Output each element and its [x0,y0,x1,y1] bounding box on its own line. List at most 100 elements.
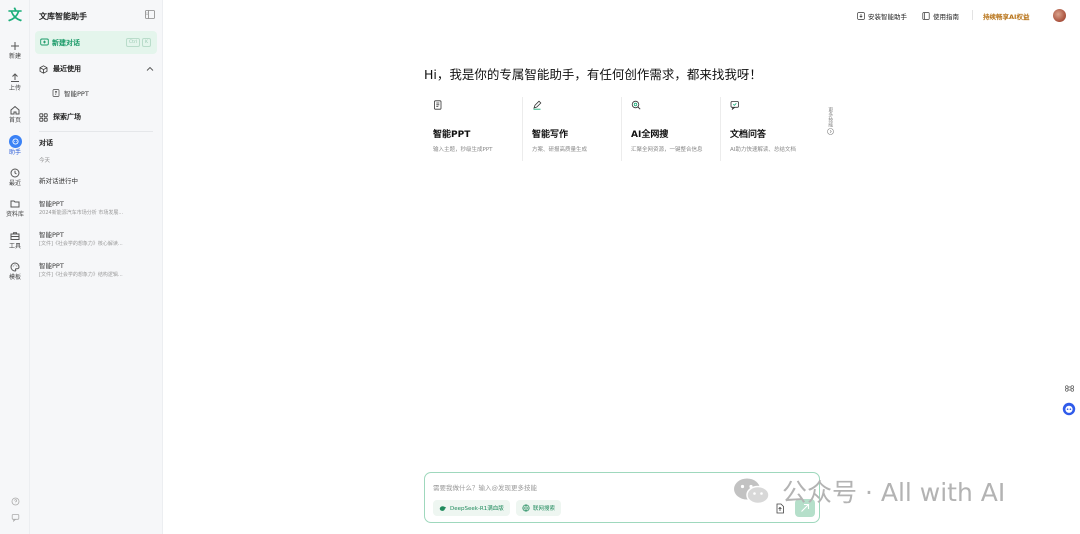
chevron-right-icon [826,128,834,135]
rail-item-label: 上传 [8,85,21,92]
recent-item-label: 智能PPT [64,90,89,98]
rail-item-upload[interactable]: 上传 [0,72,30,93]
new-chat-icon [40,38,49,46]
help-icon [11,497,19,506]
recent-item-ppt[interactable]: 智能PPT [52,88,89,98]
rail-item-assistant[interactable]: 助手 [0,135,30,157]
conversation-in-progress[interactable]: 新对话进行中 [39,175,78,185]
conversation-preview: [文件]《社会学的想象力》结构逻辑... [39,272,123,278]
grid-icon [39,112,48,122]
rail-item-label: 助手 [8,149,21,156]
conversation-title: 智能PPT [39,200,64,208]
skill-card-desc: AI助力快速解读、总结文档 [730,147,796,153]
home-icon [10,105,20,115]
watermark-text: 公众号 · All with AI [782,478,1006,507]
rail-item-label: 最近 [8,180,21,187]
sidebar-divider [39,131,153,132]
skill-card-writing[interactable]: 智能写作 方案、研报高质量生成 [523,97,622,161]
plus-icon [11,42,19,50]
avatar[interactable] [1053,9,1066,22]
greeting-heading: Hi，我是你的专属智能助手，有任何创作需求，都来找我呀！ [424,67,762,82]
user-guide-link[interactable]: 使用指南 [922,11,959,21]
deepseek-toggle[interactable]: DeepSeek-R1满血版 [433,500,510,516]
book-icon [922,12,930,20]
float-shortcut-button[interactable] [1061,380,1077,396]
skill-card-ppt[interactable]: 智能PPT 输入主题，秒级生成PPT [424,97,523,161]
rail-item-home[interactable]: 首页 [0,104,30,125]
conversation-preview: 2024新能源汽车市场分析 市场发展... [39,210,124,216]
skill-card-title: AI全网搜 [631,130,669,140]
wechat-logo [734,478,770,505]
rail-feedback[interactable] [0,513,30,524]
new-chat-button[interactable]: 新建对话 Ctrl K [35,31,157,54]
rail-item-tools[interactable]: 工具 [0,230,30,251]
app-logo[interactable]: 文 [5,7,25,25]
folder-icon [10,200,20,208]
rail-item-templates[interactable]: 模板 [0,261,30,282]
palette-icon [10,262,20,272]
web-search-label: 联网搜索 [533,506,556,512]
install-assistant-link[interactable]: 安装智能助手 [857,11,907,21]
rail-item-label: 首页 [8,117,21,124]
rail-item-library[interactable]: 资料库 [0,198,30,219]
explore-label: 探索广场 [53,113,81,121]
more-skills-button[interactable]: 更多技能 [826,107,834,138]
ppt-icon [434,100,442,110]
web-search-toggle[interactable]: 联网搜索 [516,500,562,516]
conversation-preview: [文件]《社会学的想象力》核心解读... [39,241,123,247]
chat-input-placeholder[interactable]: 需要我做什么？输入@发现更多技能 [433,482,537,492]
robot-icon [1062,402,1076,416]
watermark: 公众号 · All with AI [730,475,1005,507]
sidebar-title: 文库智能助手 [39,12,87,21]
rail-item-label: 新建 [8,53,21,60]
clock-icon [10,168,20,178]
vip-benefits-link[interactable]: 持续畅享AI权益 [983,11,1029,21]
sidebar: 文库智能助手 新建对话 Ctrl K 最近使用 智能PPT 探索广场 对话 今天… [30,0,163,534]
rail-item-new[interactable]: 新建 [0,40,30,61]
collapse-sidebar-icon[interactable] [145,10,155,19]
skill-card-title: 文档问答 [730,130,767,140]
recent-section-label: 最近使用 [53,65,81,73]
conversation-title: 智能PPT [39,231,64,239]
rail-item-label: 工具 [8,243,21,250]
feedback-icon [11,514,19,523]
topbar-divider [972,10,973,20]
rail-item-recent[interactable]: 最近 [0,167,30,188]
download-icon [857,12,865,20]
rail-item-label: 资料库 [5,211,24,218]
whale-icon [439,506,447,511]
skill-card-title: 智能PPT [433,130,471,140]
conversations-header: 对话 [39,139,53,147]
more-skills-label: 更多技能 [827,107,834,127]
skill-card-title: 智能写作 [532,130,569,140]
deepseek-label: DeepSeek-R1满血版 [450,506,504,512]
install-assistant-label: 安装智能助手 [868,13,907,21]
cube-icon [39,64,48,74]
shortcut-key: Ctrl [126,38,141,47]
command-icon [1064,384,1074,392]
recent-section-header[interactable]: 最近使用 [39,64,81,74]
skill-card-search[interactable]: AI全网搜 汇聚全网资源，一键整合信息 [622,97,721,161]
skill-card-desc: 方案、研报高质量生成 [532,147,588,153]
rail-help[interactable] [0,497,30,508]
chat-icon [730,101,739,110]
user-guide-label: 使用指南 [933,13,959,21]
left-rail: 文 新建 上传 首页 助手 最近 资料库 工具 模板 [0,0,30,534]
pen-icon [533,100,542,110]
skill-card-desc: 输入主题，秒级生成PPT [433,147,493,153]
explore-section[interactable]: 探索广场 [39,112,81,122]
upload-icon [11,73,19,82]
chevron-up-icon[interactable] [146,66,154,72]
ppt-file-icon [52,89,60,97]
globe-icon [522,504,530,512]
rail-item-label: 模板 [8,274,21,281]
skill-cards: 智能PPT 输入主题，秒级生成PPT 智能写作 方案、研报高质量生成 AI全网搜… [424,97,824,161]
date-group-label: 今天 [39,158,51,164]
new-chat-label: 新建对话 [52,39,80,47]
search-icon [631,100,641,110]
skill-card-desc: 汇聚全网资源，一键整合信息 [631,147,703,153]
float-assistant-button[interactable] [1061,401,1077,417]
skill-card-docqa[interactable]: 文档问答 AI助力快速解读、总结文档 [721,97,820,161]
conversation-title: 智能PPT [39,262,64,270]
assistant-icon [8,135,22,148]
